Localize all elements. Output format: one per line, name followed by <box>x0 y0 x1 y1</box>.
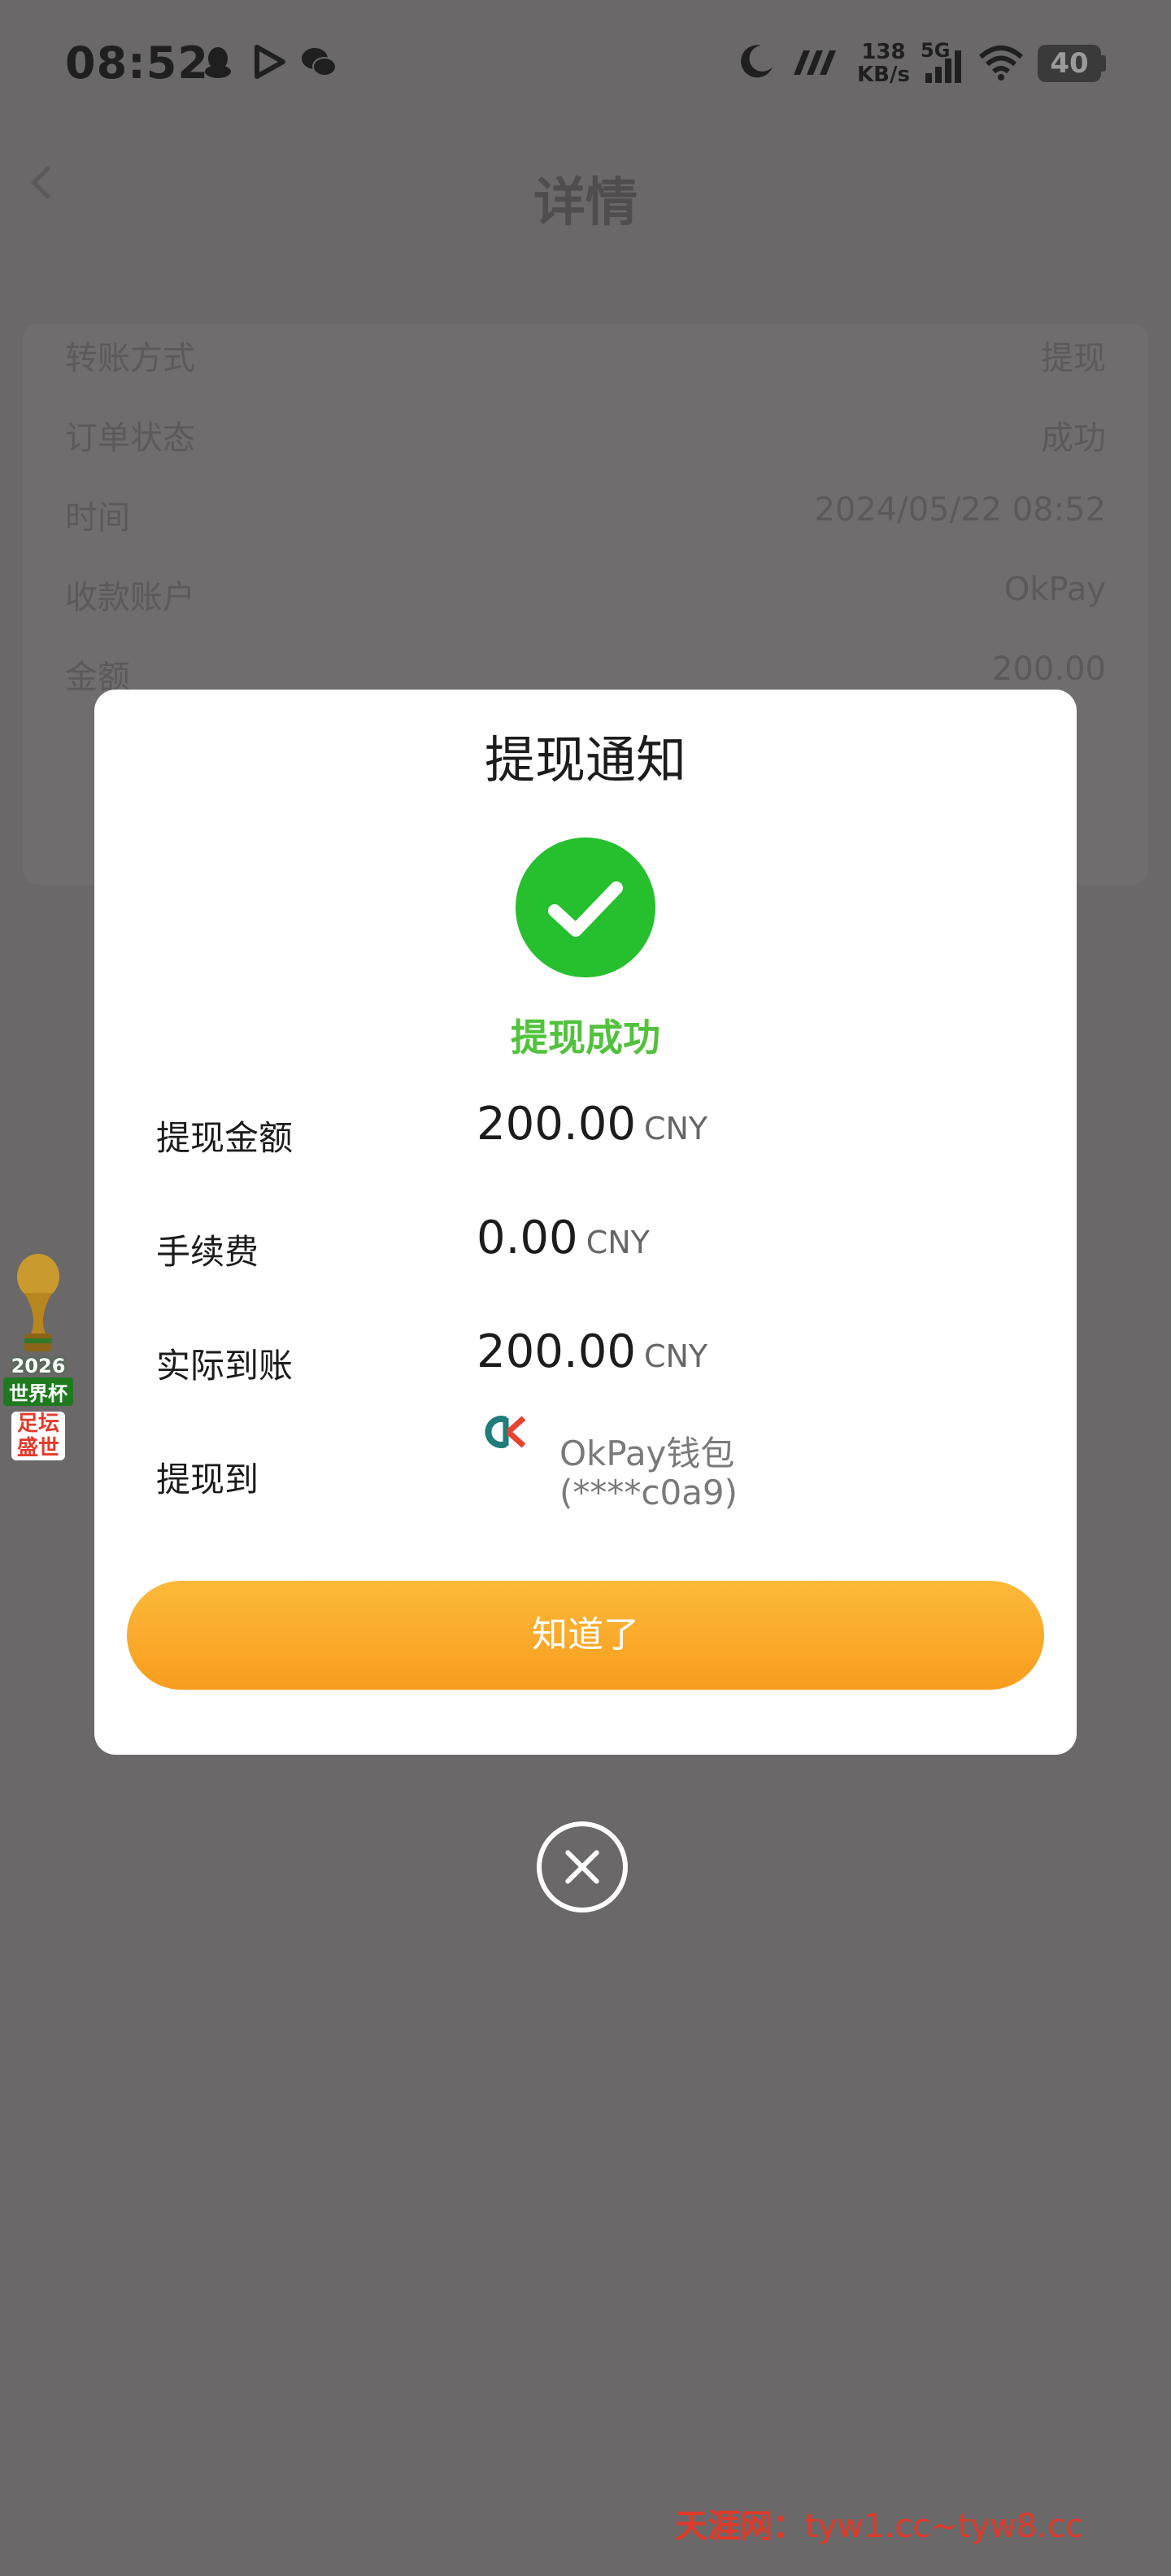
background-row-value: 2024/05/22 08:52 <box>814 491 1106 529</box>
row-label: 提现金额 <box>156 1118 294 1158</box>
status-bar: 08:52 138 KB/s 5G 40 <box>0 0 1171 130</box>
success-check-icon <box>516 838 655 977</box>
background-row: 收款账户 OkPay <box>41 566 1106 616</box>
net-speed: 138 KB/s <box>857 41 910 86</box>
okpay-logo-icon <box>485 1416 526 1448</box>
actual-received-row: 实际到账 200.00 CNY <box>94 1324 1077 1397</box>
row-amount: 0.00 CNY <box>477 1212 650 1264</box>
currency-label: CNY <box>586 1225 650 1260</box>
background-row: 时间 2024/05/22 08:52 <box>41 486 1106 537</box>
background-row-value: OkPay <box>1003 571 1106 608</box>
watermark-text: tyw1.cc~tyw8.cc <box>805 2508 1083 2545</box>
background-row-key: 转账方式 <box>65 340 195 377</box>
badge-line2: 足坛盛世 <box>11 1412 65 1460</box>
net-speed-value: 138 <box>861 40 906 64</box>
withdraw-amount-row: 提现金额 200.00 CNY <box>94 1096 1077 1169</box>
watermark-label: 天涯网： <box>675 2508 805 2545</box>
signal-icon <box>925 50 961 83</box>
background-page-title: 详情 <box>533 173 638 233</box>
amount-value: 200.00 <box>477 1098 636 1151</box>
moon-icon <box>741 45 773 78</box>
world-cup-badge[interactable]: 2026 世界杯 足坛盛世 <box>3 1252 73 1485</box>
badge-line1: 世界杯 <box>3 1377 73 1406</box>
currency-label: CNY <box>643 1338 708 1374</box>
background-row-value: 200.00 <box>992 651 1106 688</box>
wifi-icon <box>979 46 1023 80</box>
background-row-value: 成功 <box>1041 420 1106 457</box>
amount-value: 0.00 <box>477 1212 578 1264</box>
watermark: 天涯网：tyw1.cc~tyw8.cc <box>675 2500 1083 2547</box>
fee-row: 手续费 0.00 CNY <box>94 1210 1077 1283</box>
success-text: 提现成功 <box>511 1016 660 1060</box>
wechat-icon <box>302 48 337 76</box>
page: 详情 转账方式 提现 订单状态 成功 时间 2024/05/22 08:52 收… <box>0 0 1171 2576</box>
carrier-logo-icon <box>794 50 836 75</box>
row-label: 手续费 <box>156 1232 259 1272</box>
trophy-icon <box>17 1254 59 1351</box>
battery-cap <box>1101 55 1106 72</box>
background-row: 订单状态 成功 <box>41 407 1106 457</box>
withdraw-notice-dialog: 提现通知 提现成功 提现金额 200.00 CNY 手续费 0.00 CNY 实际到… <box>94 690 1077 1755</box>
row-amount: 200.00 CNY <box>477 1325 707 1378</box>
row-label: 提现到 <box>156 1460 259 1499</box>
row-label: 实际到账 <box>156 1346 294 1386</box>
close-dialog-icon[interactable] <box>537 1821 628 1912</box>
net-speed-unit: KB/s <box>857 63 910 87</box>
wallet-account: (****c0a9) <box>559 1473 738 1512</box>
background-row-key: 收款账户 <box>65 579 195 616</box>
confirm-button[interactable]: 知道了 <box>127 1581 1044 1690</box>
background-row-value: 提现 <box>1041 340 1106 377</box>
wallet-name: OkPay钱包 <box>559 1434 735 1473</box>
play-icon <box>255 45 285 79</box>
status-time: 08:52 <box>65 37 209 89</box>
row-amount: 200.00 CNY <box>477 1098 707 1151</box>
battery-icon: 40 <box>1038 45 1101 82</box>
wallet-info: OkPay钱包 (****c0a9) <box>559 1434 738 1512</box>
background-row-key: 订单状态 <box>65 420 195 457</box>
background-row-key: 时间 <box>65 499 130 537</box>
background-row: 金额 200.00 <box>41 646 1106 696</box>
badge-year: 2026 <box>11 1355 66 1377</box>
background-row: 转账方式 提现 <box>41 327 1106 377</box>
dialog-title: 提现通知 <box>484 730 686 790</box>
currency-label: CNY <box>643 1111 708 1147</box>
amount-value: 200.00 <box>477 1325 636 1378</box>
qq-icon <box>205 47 231 78</box>
